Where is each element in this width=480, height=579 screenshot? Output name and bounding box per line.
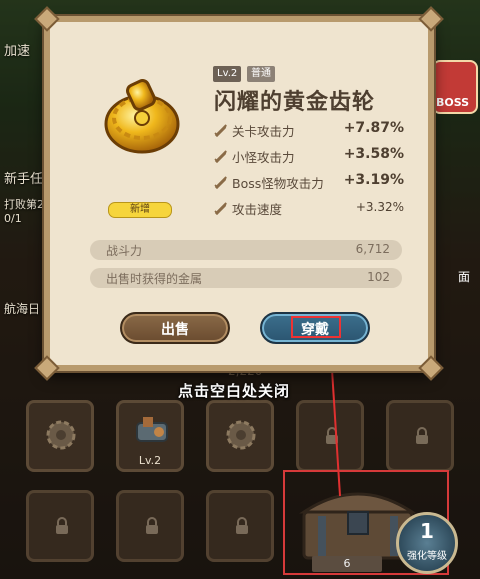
inventory-slot-equipped[interactable]: Lv.2 bbox=[116, 400, 184, 472]
stat-name: 小怪攻击力 bbox=[232, 150, 295, 165]
quest-desc-label: 打败第2 bbox=[4, 198, 44, 211]
sword-icon bbox=[214, 176, 227, 189]
item-detail-modal: 新增 Lv.2 普通 闪耀的黄金齿轮 关卡攻击力 +7.87% 小怪攻击力 +3… bbox=[34, 6, 444, 381]
stat-name: 关卡攻击力 bbox=[232, 124, 295, 139]
inventory-slot-locked[interactable] bbox=[26, 490, 94, 562]
item-grade-tag: 普通 bbox=[247, 66, 275, 82]
stat-name: 攻击速度 bbox=[232, 202, 283, 217]
quest-progress-label: 0/1 bbox=[4, 212, 22, 225]
speedup-label[interactable]: 加速 bbox=[4, 40, 30, 59]
combat-power-value: 6,712 bbox=[355, 242, 390, 256]
inventory-slot-locked[interactable] bbox=[116, 490, 184, 562]
inventory-slot-gear-2[interactable] bbox=[206, 400, 274, 472]
sword-icon bbox=[214, 124, 227, 137]
inventory-slot-locked[interactable] bbox=[206, 490, 274, 562]
stat-value: +3.58% bbox=[343, 146, 404, 162]
sell-metal-label: 出售时获得的金属 bbox=[106, 272, 203, 286]
chest-count: 6 bbox=[312, 556, 382, 572]
enhance-level-badge[interactable]: 1 强化等级 bbox=[396, 512, 458, 574]
stat-row: 攻击速度 +3.32% bbox=[214, 198, 404, 218]
combat-power-label: 战斗力 bbox=[106, 244, 143, 258]
stat-value: +3.32% bbox=[355, 200, 404, 214]
stat-row: 关卡攻击力 +7.87% bbox=[214, 120, 404, 140]
stat-value: +3.19% bbox=[343, 172, 404, 188]
stat-row: Boss怪物攻击力 +3.19% bbox=[214, 172, 404, 192]
item-name: 闪耀的黄金齿轮 bbox=[214, 90, 376, 115]
newbie-quest-label[interactable]: 新手任 bbox=[4, 168, 43, 187]
lock-icon bbox=[416, 427, 428, 444]
voyage-log-label[interactable]: 航海日 bbox=[4, 300, 40, 317]
golden-gear-icon bbox=[104, 79, 180, 154]
sell-metal-row: 出售时获得的金属 102 bbox=[90, 268, 402, 288]
slot-level-label: Lv.2 bbox=[138, 454, 162, 467]
enhance-level-number: 1 bbox=[420, 519, 434, 543]
wear-highlight-box bbox=[291, 316, 341, 338]
inventory-slot-locked[interactable] bbox=[296, 400, 364, 472]
gear-item-icon bbox=[226, 420, 256, 450]
lock-icon bbox=[56, 517, 68, 534]
stat-row: 小怪攻击力 +3.58% bbox=[214, 146, 404, 166]
combat-power-row: 战斗力 6,712 bbox=[90, 240, 402, 260]
sell-button[interactable]: 出售 bbox=[120, 312, 230, 344]
sell-metal-value: 102 bbox=[367, 270, 390, 284]
lock-icon bbox=[326, 427, 338, 444]
stat-value: +7.87% bbox=[343, 120, 404, 136]
sword-icon bbox=[214, 202, 227, 215]
lock-icon bbox=[236, 517, 248, 534]
right-side-label: 面 bbox=[458, 270, 471, 284]
enhance-level-label: 强化等级 bbox=[407, 551, 447, 562]
sword-icon bbox=[214, 150, 227, 163]
close-hint-text[interactable]: 点击空白处关闭 bbox=[178, 380, 290, 401]
stat-name: Boss怪物攻击力 bbox=[232, 176, 324, 191]
gear-item-icon bbox=[46, 420, 76, 450]
inventory-slot-locked[interactable] bbox=[386, 400, 454, 472]
lock-icon bbox=[146, 517, 158, 534]
boss-label: BOSS bbox=[436, 96, 470, 109]
inventory-slot-gear[interactable] bbox=[26, 400, 94, 472]
mechanical-part-icon bbox=[136, 417, 168, 442]
item-level-tag: Lv.2 bbox=[213, 66, 242, 82]
new-badge: 新增 bbox=[108, 202, 172, 218]
